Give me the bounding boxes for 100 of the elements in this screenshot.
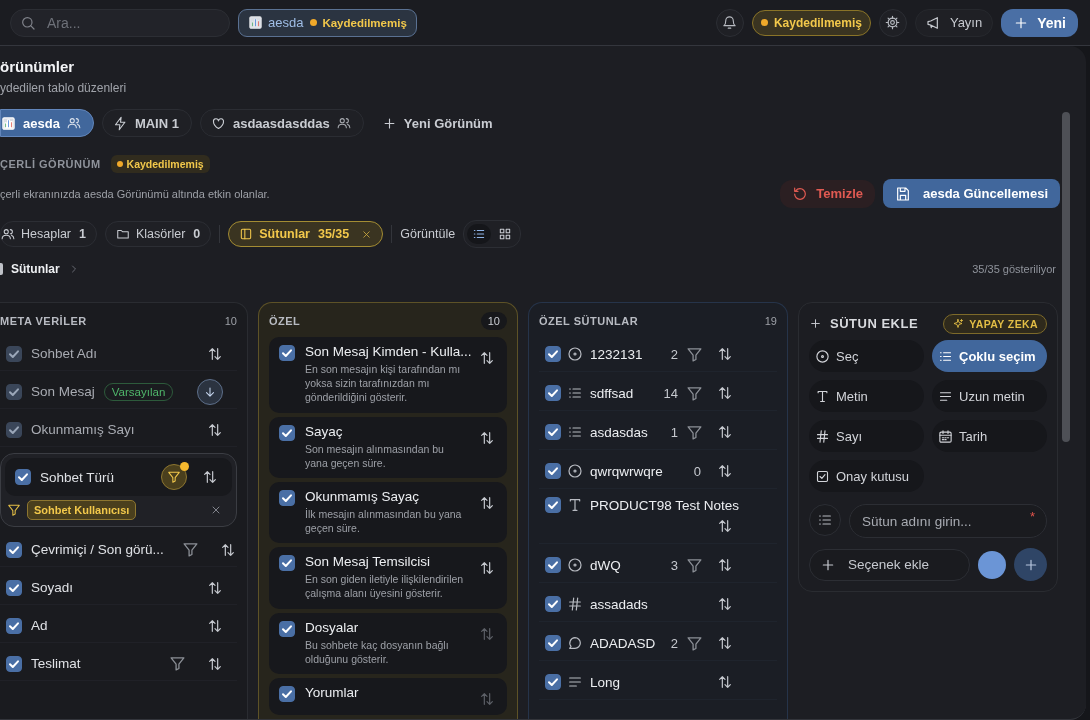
sort-icon[interactable] [479,429,495,446]
checkbox[interactable] [6,617,22,634]
column-type-option[interactable]: Çoklu seçim [932,340,1047,372]
column-type-option[interactable]: Tarih [932,420,1047,452]
columns-icon [239,227,254,241]
option-count: 0 [693,463,701,479]
column-description: En son mesajın kişi tarafından mı yoksa sizin tarafınızdan mı gönderildiğini gösterir. [305,362,462,405]
remove-filter-icon[interactable] [210,504,222,516]
filter-chip[interactable]: Hesaplar 1 [0,221,97,247]
checkbox[interactable] [6,579,22,596]
checkbox[interactable] [279,685,295,702]
hash-icon [567,596,583,612]
checkbox[interactable] [545,424,561,440]
checkbox[interactable] [279,424,295,441]
column-type-option[interactable]: Sayı [809,420,924,452]
sort-icon[interactable] [717,518,733,534]
column-name: Teslimat [31,656,81,671]
column-type-option[interactable]: Onay kutusu [809,460,924,492]
notifications-button[interactable] [715,8,744,37]
filter-icon[interactable] [169,655,186,672]
sort-icon[interactable] [717,385,733,401]
text-icon [567,497,583,513]
unsaved-badge: Kaydedilmemiş [110,155,210,173]
column-name: Dosyalar [305,619,360,635]
list-icon [567,385,583,401]
checkbox[interactable] [545,497,561,513]
column-name: dWQ [590,557,622,573]
checkbox[interactable] [545,674,561,690]
checkbox[interactable] [545,346,561,362]
view-chip[interactable]: aesda Kaydedilmemiş [238,8,417,37]
breadcrumb[interactable]: Sütunlar [11,262,60,276]
checkbox[interactable] [545,557,561,573]
filter-icon[interactable] [181,541,199,558]
type-icon-button[interactable] [809,504,841,536]
checkbox[interactable] [545,596,561,612]
filter-icon[interactable] [686,384,703,402]
option-count: 1 [670,424,678,440]
filter-button[interactable] [161,464,187,490]
new-button[interactable]: Yeni [1001,8,1078,37]
sort-icon[interactable] [717,557,733,573]
checkbox[interactable] [279,489,295,506]
sort-icon[interactable] [479,494,495,511]
checkbox[interactable] [545,385,561,401]
column-description: En son giden iletiyle ilişkilendirilen çalışma alanı üyesini gösterir. [305,572,465,601]
add-option-button[interactable]: Seçenek ekle [809,548,970,581]
sort-icon[interactable] [717,674,733,690]
filter-icon[interactable] [686,423,703,441]
add-button[interactable] [1014,548,1047,581]
unsaved-status-button[interactable]: Kaydedilmemiş [751,9,871,36]
display-label: Görüntüle [400,227,456,241]
checkbox[interactable] [545,635,561,651]
sort-icon[interactable] [207,579,223,596]
sort-icon[interactable] [207,655,223,672]
new-view-button[interactable]: Yeni Görünüm [371,109,503,137]
sort-icon[interactable] [717,346,733,362]
update-view-button[interactable]: aesda Güncellemesi [883,179,1060,208]
ai-button[interactable]: YAPAY ZEKA [943,313,1047,334]
panel-subtitle: ydedilen tablo düzenleri [0,81,128,95]
checkbox[interactable] [279,555,295,572]
column-type-option[interactable]: Seç [809,340,924,372]
view-tab[interactable]: MAIN 1 [101,109,192,137]
sort-icon[interactable] [219,541,236,558]
column-name: Çevrimiçi / Son görü... [31,542,164,557]
sort-icon[interactable] [717,596,733,612]
checkbox[interactable] [6,655,22,672]
group-count: 19 [764,315,777,327]
list-view-button[interactable] [467,224,492,244]
filter-chip[interactable]: Klasörler 0 [105,221,212,247]
column-type-option[interactable]: Uzun metin [932,380,1047,412]
option-count: 14 [663,385,678,401]
scrollbar[interactable] [1062,112,1070,442]
search-field[interactable]: Ara... [10,8,230,37]
sort-icon[interactable] [207,617,223,634]
publish-button[interactable]: Yayın [914,8,994,37]
view-tab[interactable]: aesda [0,109,94,137]
filter-icon[interactable] [686,345,703,363]
column-type-option[interactable]: Metin [809,380,924,412]
option-count: 2 [670,635,678,651]
sort-icon[interactable] [479,560,495,577]
grid-icon [498,227,513,241]
checkbox[interactable] [545,463,561,479]
checkbox[interactable] [279,620,295,637]
settings-button[interactable] [878,8,907,37]
checkbox[interactable] [6,541,22,558]
close-icon [361,228,373,240]
sort-icon[interactable] [717,635,733,651]
checkbox[interactable] [15,469,31,485]
filter-icon[interactable] [686,556,703,574]
checkbox[interactable] [279,345,295,361]
sort-icon[interactable] [717,424,733,440]
sort-icon[interactable] [202,469,218,485]
filter-icon[interactable] [686,634,703,652]
filter-chip[interactable]: Sütunlar 35/35 [228,221,384,247]
column-name: Ad [31,618,48,633]
sort-icon[interactable] [717,463,733,479]
speech-bubble-icon [567,635,583,651]
clear-button[interactable]: Temizle [780,179,875,208]
view-tab[interactable]: asdaasdasddas [199,109,364,137]
color-swatch[interactable] [978,550,1006,579]
sort-icon[interactable] [479,350,495,366]
